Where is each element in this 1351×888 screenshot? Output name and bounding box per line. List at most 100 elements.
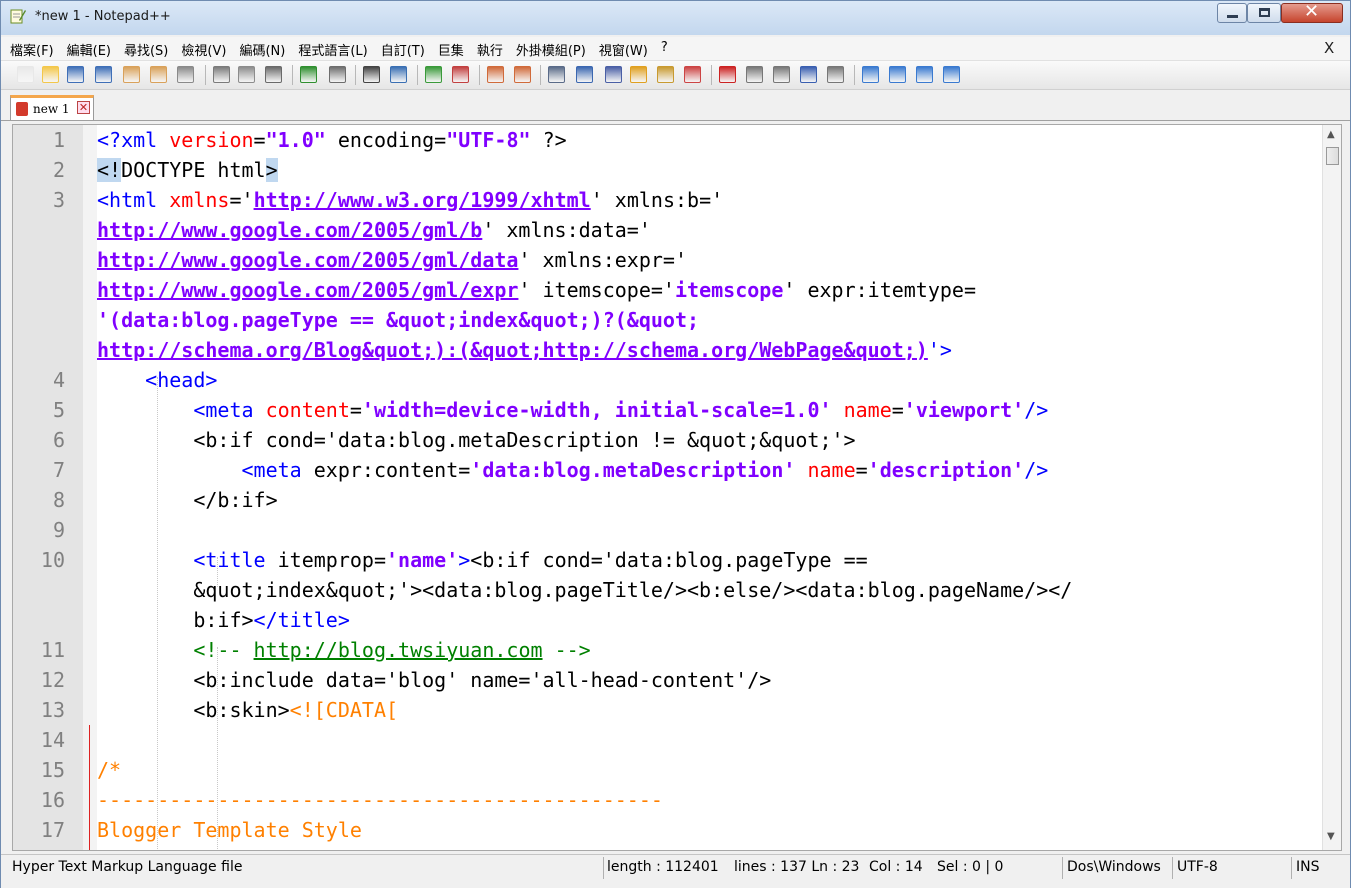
code-line[interactable]: http://www.google.com/2005/gml/expr' ite… <box>97 275 1322 305</box>
record-macro-icon[interactable] <box>719 66 736 83</box>
tab-new-1[interactable]: new 1 ✕ <box>10 95 94 120</box>
code-line[interactable]: http://www.google.com/2005/gml/b' xmlns:… <box>97 215 1322 245</box>
code-line[interactable]: b:if></title> <box>97 605 1322 635</box>
vertical-scrollbar[interactable]: ▲ ▼ <box>1322 125 1341 850</box>
code-token: > <box>265 158 278 182</box>
save-macro-icon[interactable] <box>827 66 844 83</box>
doc-map-icon[interactable] <box>630 66 647 83</box>
close-all-icon[interactable] <box>150 66 167 83</box>
fold-margin[interactable] <box>83 125 97 850</box>
code-line[interactable]: </b:if> <box>97 485 1322 515</box>
code-line[interactable]: http://schema.org/Blog&quot;):(&quot;htt… <box>97 335 1322 365</box>
zoom-in-icon[interactable] <box>425 66 442 83</box>
code-line[interactable]: <head> <box>97 365 1322 395</box>
code-line[interactable]: '(data:blog.pageType == &quot;index&quot… <box>97 305 1322 335</box>
code-line[interactable]: <?xml version="1.0" encoding="UTF-8" ?> <box>97 125 1322 155</box>
code-line[interactable]: <meta content='width=device-width, initi… <box>97 395 1322 425</box>
scroll-up-icon[interactable]: ▲ <box>1327 129 1335 140</box>
unfold-all-icon[interactable] <box>943 66 960 83</box>
code-line-text: <?xml version="1.0" encoding="UTF-8" ?> <box>97 125 567 155</box>
code-line[interactable]: Blogger Template Style <box>97 815 1322 845</box>
line-number: 17 <box>40 818 65 842</box>
copy-icon[interactable] <box>238 66 255 83</box>
code-line[interactable]: ----------------------------------------… <box>97 785 1322 815</box>
menu-item-6[interactable]: 自訂(T) <box>381 40 425 59</box>
find-icon[interactable] <box>363 66 380 83</box>
redo-icon[interactable] <box>329 66 346 83</box>
tab-close-button[interactable]: ✕ <box>77 101 90 114</box>
menu-item-5[interactable]: 程式語言(L) <box>298 40 367 59</box>
down-icon[interactable] <box>916 66 933 83</box>
code-line[interactable]: <html xmlns='http://www.w3.org/1999/xhtm… <box>97 185 1322 215</box>
scroll-thumb[interactable] <box>1326 147 1339 165</box>
menu-item-9[interactable]: 外掛模組(P) <box>516 40 586 59</box>
menu-item-10[interactable]: 視窗(W) <box>599 40 648 59</box>
code-line[interactable] <box>97 725 1322 755</box>
run-macro-multiple-icon[interactable] <box>800 66 817 83</box>
scroll-down-icon[interactable]: ▼ <box>1327 831 1335 842</box>
paste-icon[interactable] <box>265 66 282 83</box>
close-icon[interactable] <box>123 66 140 83</box>
code-line[interactable]: &quot;index&quot;'><data:blog.pageTitle/… <box>97 575 1322 605</box>
toolbar-separator <box>479 65 480 85</box>
replace-icon[interactable] <box>390 66 407 83</box>
code-editor[interactable]: 1 2 3 4 5 6 7 8 9 10 11 12 13 14 15 16 17 <?xml version=… <box>12 124 1342 851</box>
fold-all-icon[interactable] <box>862 66 879 83</box>
menu-item-4[interactable]: 編碼(N) <box>239 40 285 59</box>
code-area[interactable]: <?xml version="1.0" encoding="UTF-8" ?> <… <box>97 125 1322 850</box>
minimize-button[interactable] <box>1217 3 1247 23</box>
code-token: DOCTYPE html <box>121 158 266 182</box>
status-eol: Dos\Windows <box>1067 859 1161 875</box>
code-token: xmlns <box>169 188 230 212</box>
code-line-text: <meta content='width=device-width, initi… <box>97 395 1048 425</box>
menu-item-7[interactable]: 巨集 <box>438 40 464 59</box>
show-all-chars-icon[interactable] <box>576 66 593 83</box>
print-icon[interactable] <box>177 66 194 83</box>
save-all-icon[interactable] <box>95 66 112 83</box>
function-list-icon[interactable] <box>657 66 674 83</box>
code-line[interactable]: <!DOCTYPE html> <box>97 155 1322 185</box>
code-line[interactable]: <b:include data='blog' name='all-head-co… <box>97 665 1322 695</box>
code-token: 'description' <box>867 458 1025 482</box>
code-line-text: <title itemprop='name'><b:if cond='data:… <box>97 545 867 575</box>
open-file-icon[interactable] <box>42 66 59 83</box>
menu-item-8[interactable]: 執行 <box>477 40 503 59</box>
launch-browser-icon[interactable] <box>684 66 701 83</box>
code-line-text: ----------------------------------------… <box>97 785 663 815</box>
code-line[interactable]: <!-- http://blog.twsiyuan.com --> <box>97 635 1322 665</box>
code-token: =' <box>229 188 254 212</box>
cut-icon[interactable] <box>213 66 230 83</box>
code-line-text: http://www.google.com/2005/gml/b' xmlns:… <box>97 215 651 245</box>
sync-horizontal-icon[interactable] <box>514 66 531 83</box>
new-file-icon[interactable] <box>17 66 34 83</box>
menu-item-2[interactable]: 尋找(S) <box>124 40 168 59</box>
code-line[interactable]: http://www.google.com/2005/gml/data' xml… <box>97 245 1322 275</box>
code-line[interactable] <box>97 515 1322 545</box>
maximize-button[interactable] <box>1247 3 1281 23</box>
title-bar[interactable]: *new 1 - Notepad++ ✕ <box>1 1 1350 35</box>
code-line[interactable]: <b:skin><![CDATA[ <box>97 695 1322 725</box>
line-number-gutter: 1 2 3 4 5 6 7 8 9 10 11 12 13 14 15 16 17 <box>13 125 93 850</box>
menu-item-1[interactable]: 編輯(E) <box>67 40 111 59</box>
code-line[interactable]: <b:if cond='data:blog.metaDescription !=… <box>97 425 1322 455</box>
code-line[interactable]: <title itemprop='name'><b:if cond='data:… <box>97 545 1322 575</box>
menu-item-11[interactable]: ? <box>661 40 668 59</box>
menu-item-3[interactable]: 檢視(V) <box>181 40 226 59</box>
undo-icon[interactable] <box>300 66 317 83</box>
up-icon[interactable] <box>889 66 906 83</box>
play-macro-icon[interactable] <box>773 66 790 83</box>
close-document-button[interactable]: X <box>1324 39 1334 57</box>
save-icon[interactable] <box>67 66 84 83</box>
zoom-out-icon[interactable] <box>452 66 469 83</box>
code-line-text: <meta expr:content='data:blog.metaDescri… <box>97 455 1049 485</box>
sync-vertical-icon[interactable] <box>487 66 504 83</box>
word-wrap-icon[interactable] <box>548 66 565 83</box>
code-line-text: http://schema.org/Blog&quot;):(&quot;htt… <box>97 335 952 365</box>
code-line[interactable]: <meta expr:content='data:blog.metaDescri… <box>97 455 1322 485</box>
indent-guide-icon[interactable] <box>605 66 622 83</box>
menu-item-0[interactable]: 檔案(F) <box>10 40 54 59</box>
code-line[interactable]: /* <box>97 755 1322 785</box>
stop-record-icon[interactable] <box>746 66 763 83</box>
close-window-button[interactable]: ✕ <box>1281 1 1343 23</box>
line-number: 12 <box>40 668 65 692</box>
